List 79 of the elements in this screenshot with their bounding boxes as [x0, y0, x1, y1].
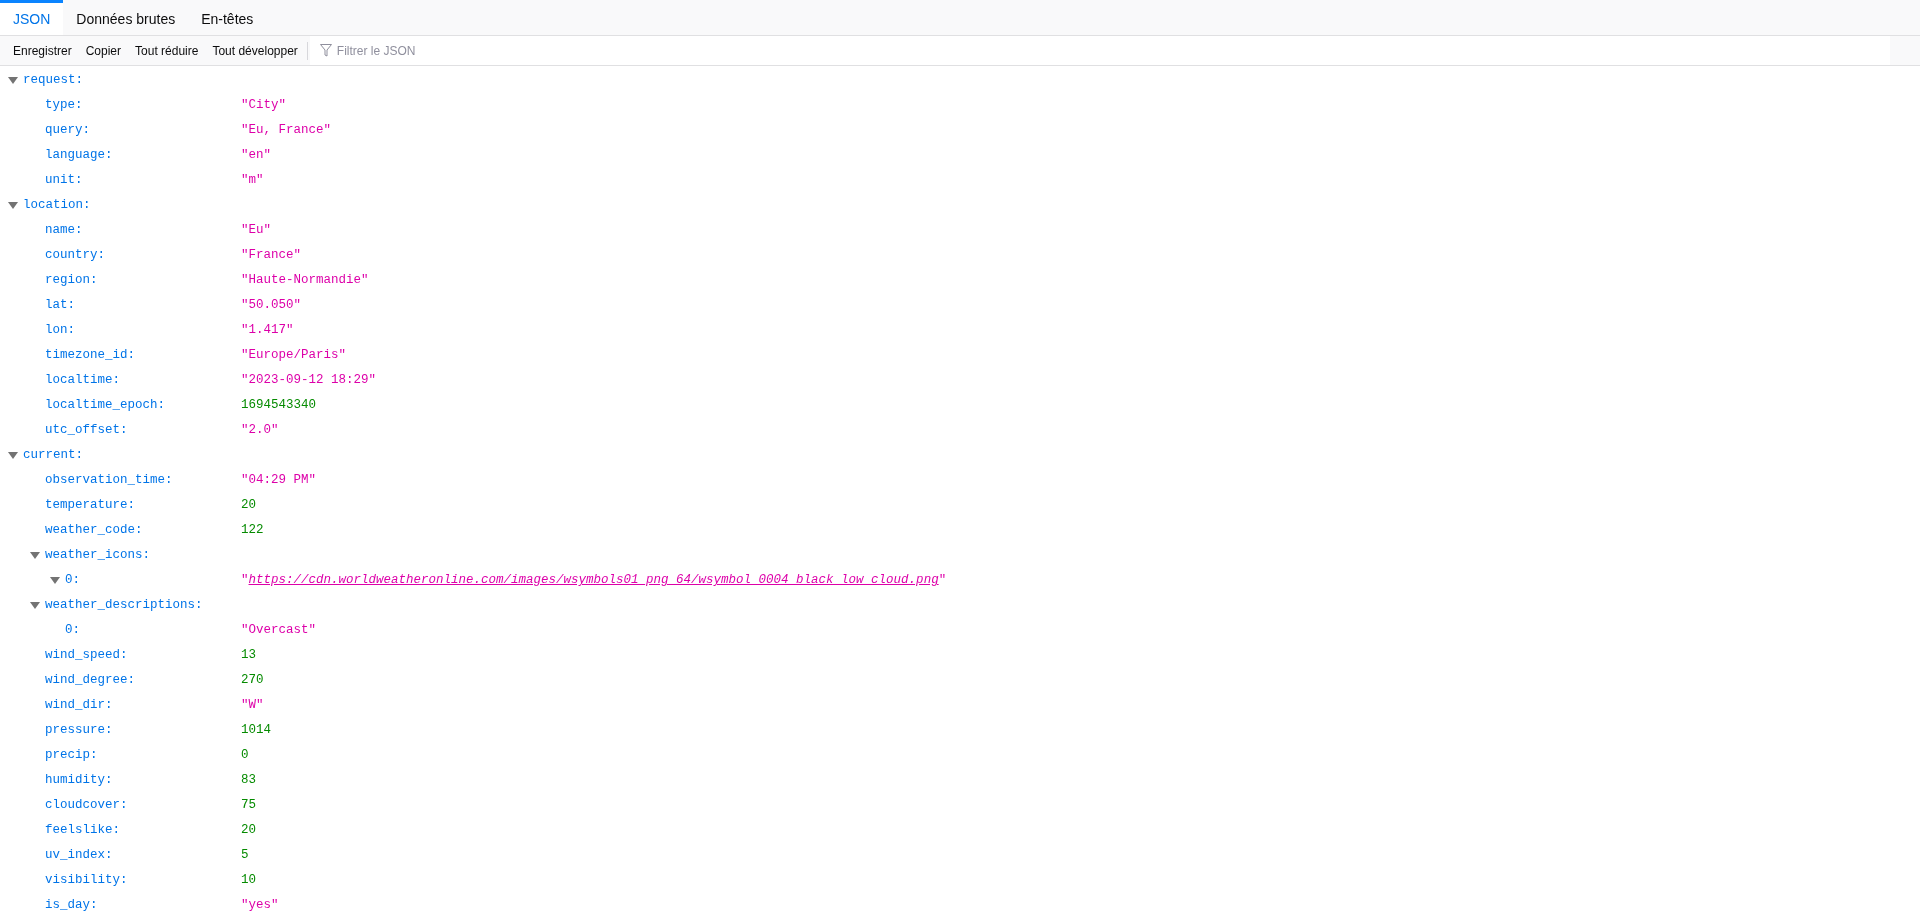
- json-key: lat:: [45, 296, 75, 315]
- json-value: "City": [241, 97, 286, 115]
- json-key: localtime_epoch:: [45, 396, 166, 415]
- json-key: type:: [45, 96, 83, 115]
- json-key: temperature:: [45, 496, 135, 515]
- json-key: query:: [45, 121, 90, 140]
- json-key: humidity:: [45, 771, 113, 790]
- json-value: "50.050": [241, 297, 301, 315]
- json-value: 10: [241, 872, 256, 890]
- json-value: "yes": [241, 897, 279, 915]
- json-value: "https://cdn.worldweatheronline.com/images/wsymbols01_png_64/wsymbol_0004_black_low_cloud.png": [241, 571, 947, 590]
- json-key: region:: [45, 271, 98, 290]
- json-key: precip:: [45, 746, 98, 765]
- json-key: 0:: [65, 571, 80, 590]
- json-key: wind_degree:: [45, 671, 135, 690]
- json-value: 5: [241, 847, 249, 865]
- json-key: weather_descriptions:: [45, 596, 203, 615]
- triangle-toggle-icon[interactable]: [30, 601, 40, 610]
- json-value: "2023-09-12 18:29": [241, 372, 377, 390]
- json-key: wind_dir:: [45, 696, 113, 715]
- json-key: utc_offset:: [45, 421, 128, 440]
- triangle-toggle-icon[interactable]: [8, 76, 18, 85]
- toolbar-button[interactable]: Tout développer: [205, 41, 305, 60]
- filter-field[interactable]: Filtrer le JSON: [336, 41, 637, 60]
- json-value: 20: [241, 822, 256, 840]
- json-value: 75: [241, 797, 256, 815]
- json-value: 0: [241, 747, 249, 765]
- json-key: current:: [23, 446, 83, 465]
- json-value: "Haute-Normandie": [241, 272, 369, 290]
- json-value: "1.417": [241, 322, 294, 340]
- url-link[interactable]: https://cdn.worldweatheronline.com/images/wsymbols01_png_64/wsymbol_0004_black_low_cloud.png: [248, 571, 939, 590]
- json-key: uv_index:: [45, 846, 113, 865]
- json-key: observation_time:: [45, 471, 173, 490]
- toolbar-button[interactable]: Enregistrer: [6, 41, 79, 60]
- json-key: 0:: [65, 621, 80, 640]
- json-key: localtime:: [45, 371, 120, 390]
- json-value: 13: [241, 647, 256, 665]
- json-key: country:: [45, 246, 105, 265]
- json-value: 270: [241, 672, 264, 690]
- json-value: 1014: [241, 722, 271, 740]
- json-value: "m": [241, 172, 264, 190]
- triangle-toggle-icon[interactable]: [30, 551, 40, 560]
- toolbar-button[interactable]: Tout réduire: [128, 41, 206, 60]
- json-key: weather_icons:: [45, 546, 151, 565]
- json-key: request:: [23, 71, 83, 90]
- json-key: language:: [45, 146, 113, 165]
- json-key: timezone_id:: [45, 346, 135, 365]
- json-key: lon:: [45, 321, 75, 340]
- triangle-toggle-icon[interactable]: [50, 576, 60, 585]
- json-key: pressure:: [45, 721, 113, 740]
- json-key: cloudcover:: [45, 796, 128, 815]
- json-value: "en": [241, 147, 271, 165]
- funnel-icon: [319, 44, 332, 57]
- json-key: name:: [45, 221, 83, 240]
- json-key: location:: [23, 196, 91, 215]
- tab[interactable]: JSON: [0, 0, 64, 35]
- json-value: "Overcast": [241, 622, 316, 640]
- toolbar-button[interactable]: Copier: [78, 41, 129, 60]
- json-value: 122: [241, 522, 264, 540]
- json-value: "2.0": [241, 422, 279, 440]
- json-key: is_day:: [45, 896, 98, 915]
- json-value: "04:29 PM": [241, 472, 316, 490]
- json-key: weather_code:: [45, 521, 143, 540]
- json-key: feelslike:: [45, 821, 120, 840]
- json-value: 20: [241, 497, 256, 515]
- json-value: "Eu, France": [241, 122, 331, 140]
- json-value: "W": [241, 697, 264, 715]
- json-value: 83: [241, 772, 256, 790]
- tab[interactable]: Données brutes: [63, 0, 189, 35]
- json-value: 1694543340: [241, 397, 316, 415]
- json-value: "Eu": [241, 222, 271, 240]
- json-value: "Europe/Paris": [241, 347, 347, 365]
- json-value: "France": [241, 247, 301, 265]
- json-key: wind_speed:: [45, 646, 128, 665]
- json-key: unit:: [45, 171, 83, 190]
- triangle-toggle-icon[interactable]: [8, 201, 18, 210]
- json-key: visibility:: [45, 871, 128, 890]
- tab[interactable]: En-têtes: [188, 0, 267, 35]
- triangle-toggle-icon[interactable]: [8, 451, 18, 460]
